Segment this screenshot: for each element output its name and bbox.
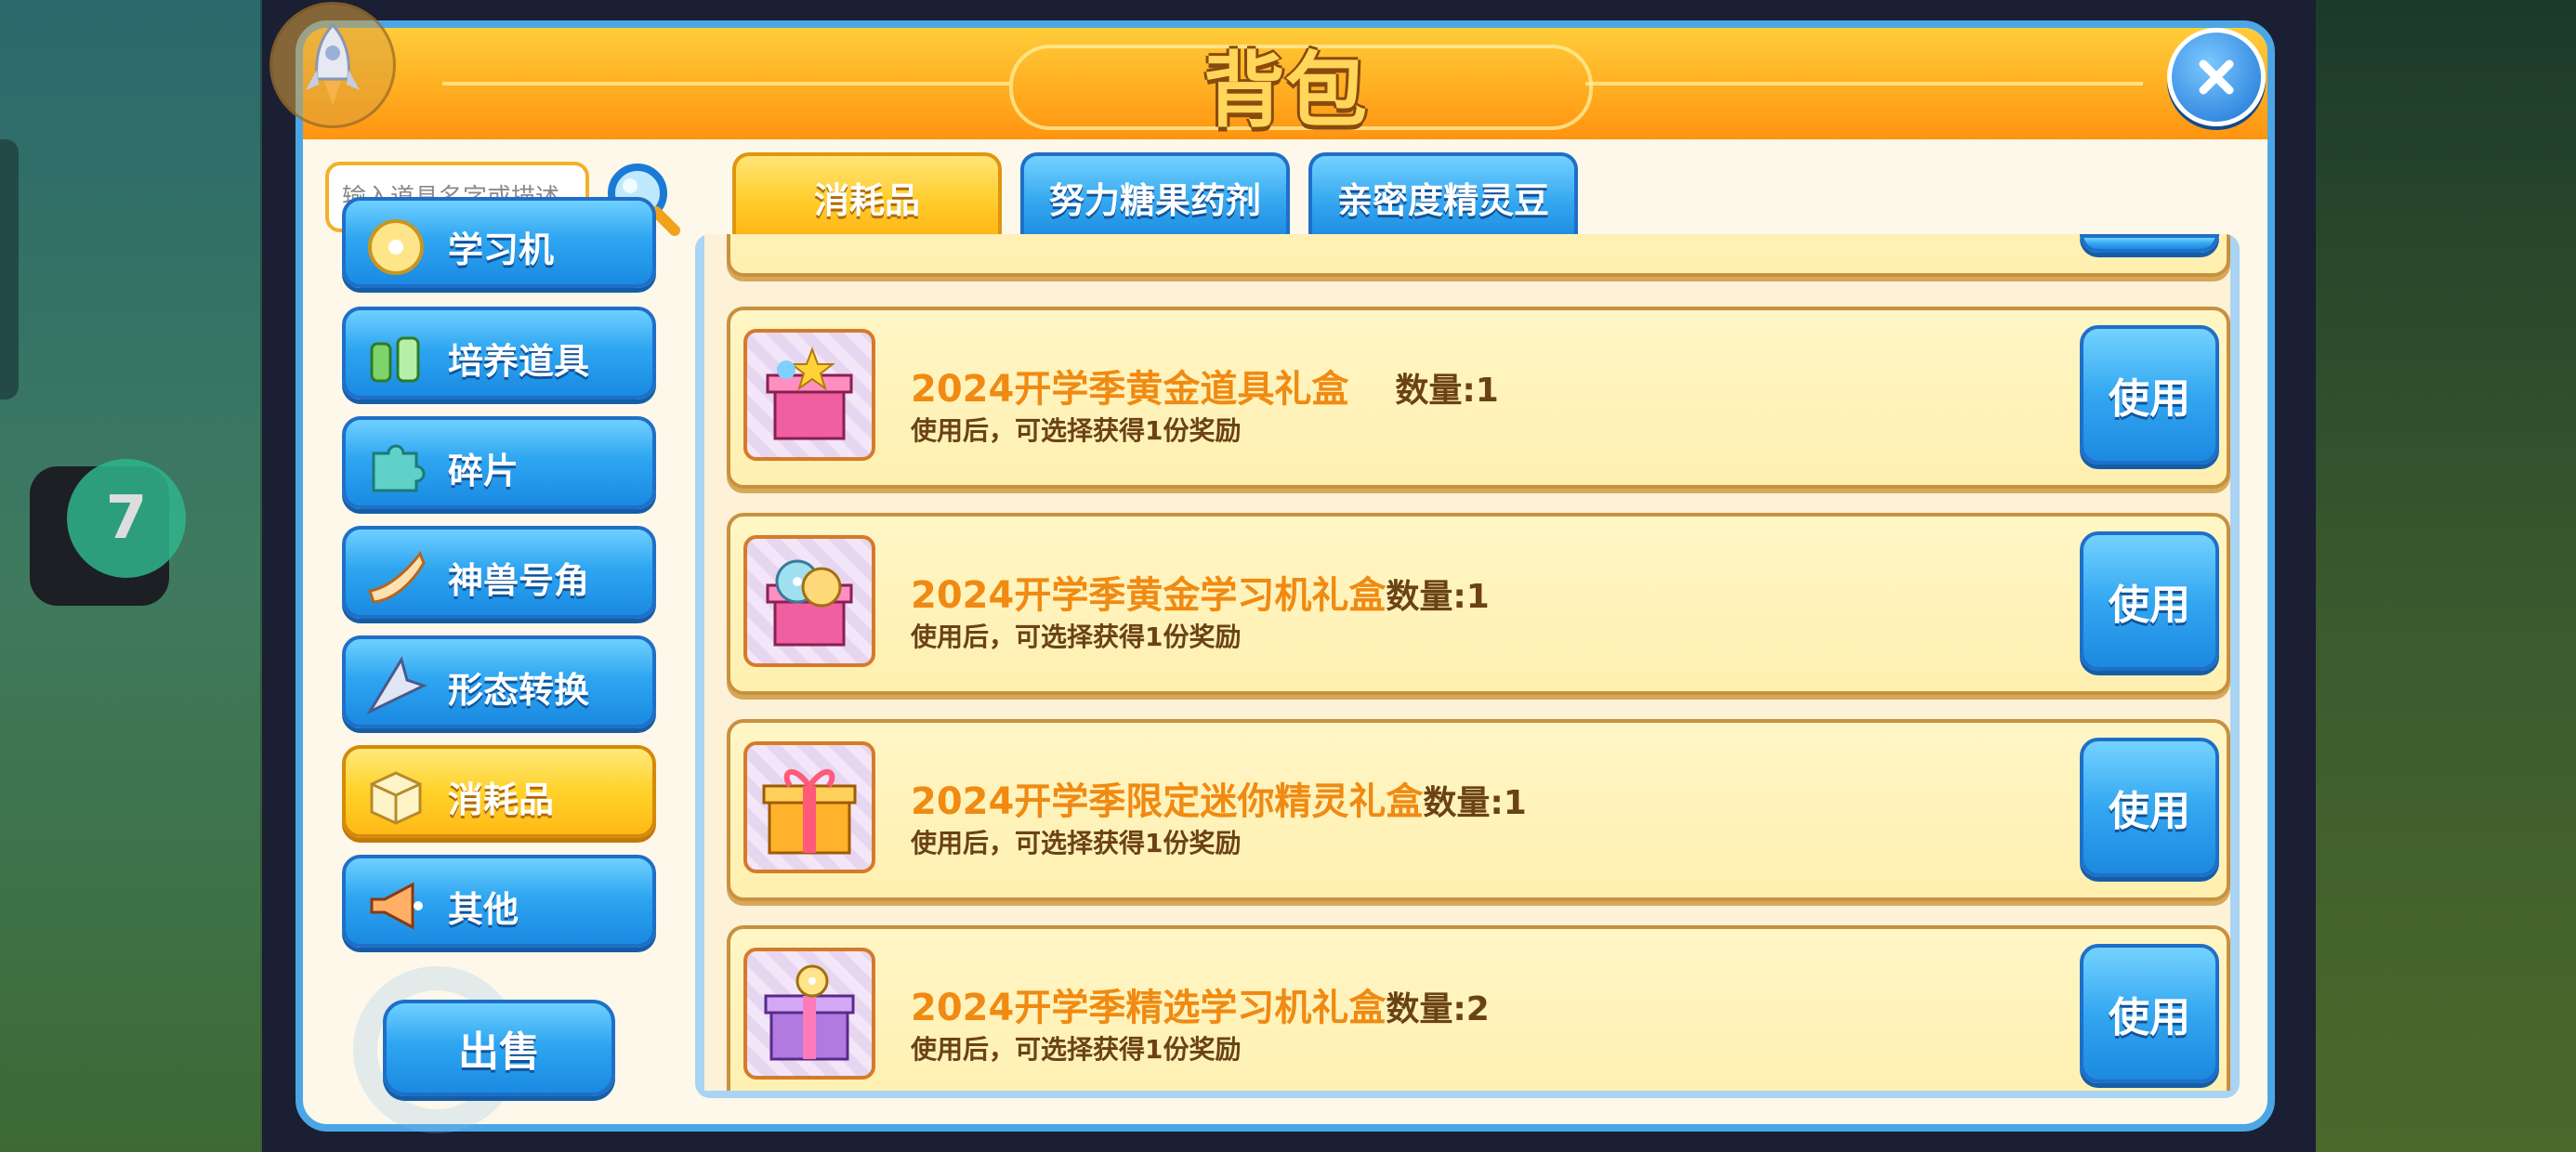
gold-disc-gift-box-icon — [743, 535, 875, 667]
list-item: 2024开学季黄金道具礼盒 数量:1 使用后，可选择获得1份奖励 使用 — [727, 307, 2230, 489]
background-right — [2314, 0, 2576, 1152]
game-controller-icon[interactable]: 7 — [67, 459, 186, 578]
sidebar-item-consumables[interactable]: 消耗品 — [342, 745, 656, 838]
item-description: 使用后，可选择获得1份奖励 — [911, 1034, 1242, 1065]
list-item: 2024开学季限定迷你精灵礼盒数量:1 使用后，可选择获得1份奖励 使用 — [727, 719, 2230, 901]
rocket-icon[interactable] — [269, 2, 396, 128]
potion-bottles-icon — [364, 325, 427, 388]
header-bar: 背包 — [303, 28, 2267, 139]
tab-intimacy-beans[interactable]: 亲密度精灵豆 — [1308, 152, 1578, 238]
item-name: 2024开学季黄金道具礼盒 — [911, 368, 1349, 411]
use-button[interactable]: 使用 — [2080, 531, 2219, 671]
use-button-partial[interactable] — [2080, 234, 2219, 253]
sidebar-item-fragments[interactable]: 碎片 — [342, 416, 656, 509]
item-description: 使用后，可选择获得1份奖励 — [911, 622, 1242, 652]
item-description: 使用后，可选择获得1份奖励 — [911, 415, 1242, 446]
gold-item-gift-box-icon — [743, 329, 875, 461]
item-list[interactable]: 2024开学季黄金道具礼盒 数量:1 使用后，可选择获得1份奖励 使用 2024开… — [695, 234, 2240, 1098]
arrow-blade-icon — [364, 654, 427, 717]
sidebar-item-learning-machine[interactable]: 学习机 — [342, 197, 656, 288]
sidebar-item-divine-horn[interactable]: 神兽号角 — [342, 526, 656, 619]
sidebar-item-others[interactable]: 其他 — [342, 855, 656, 948]
use-button[interactable]: 使用 — [2080, 738, 2219, 877]
side-handle[interactable] — [0, 139, 19, 399]
sell-button[interactable]: 出售 — [383, 1000, 615, 1096]
tab-effort-candy-potion[interactable]: 努力糖果药剂 — [1020, 152, 1290, 238]
item-quantity: 数量:1 — [1386, 578, 1490, 616]
puzzle-piece-icon — [364, 435, 427, 498]
box-icon — [364, 764, 427, 827]
close-button[interactable] — [2167, 28, 2266, 126]
item-name: 2024开学季精选学习机礼盒 — [911, 987, 1387, 1029]
megaphone-icon — [364, 873, 427, 936]
purple-gift-box-icon — [743, 948, 875, 1080]
horn-icon — [364, 544, 427, 608]
tab-consumables[interactable]: 消耗品 — [732, 152, 1002, 238]
item-quantity: 数量:1 — [1423, 784, 1527, 822]
list-item: 2024开学季黄金学习机礼盒数量:1 使用后，可选择获得1份奖励 使用 — [727, 513, 2230, 695]
disc-icon — [364, 216, 427, 279]
list-item-partial — [727, 234, 2230, 277]
close-icon — [2199, 59, 2234, 95]
item-name: 2024开学季限定迷你精灵礼盒 — [911, 780, 1424, 823]
page-title: 背包 — [1203, 42, 1367, 138]
use-button[interactable]: 使用 — [2080, 944, 2219, 1083]
item-quantity: 数量:2 — [1386, 990, 1490, 1028]
item-description: 使用后，可选择获得1份奖励 — [911, 828, 1242, 858]
list-item: 2024开学季精选学习机礼盒数量:2 使用后，可选择获得1份奖励 使用 — [727, 925, 2230, 1091]
orange-gift-box-icon — [743, 741, 875, 873]
item-name: 2024开学季黄金学习机礼盒 — [911, 574, 1387, 617]
sidebar-item-training-items[interactable]: 培养道具 — [342, 307, 656, 399]
sidebar-item-form-change[interactable]: 形态转换 — [342, 635, 656, 728]
use-button[interactable]: 使用 — [2080, 325, 2219, 465]
item-quantity: 数量:1 — [1395, 372, 1499, 410]
